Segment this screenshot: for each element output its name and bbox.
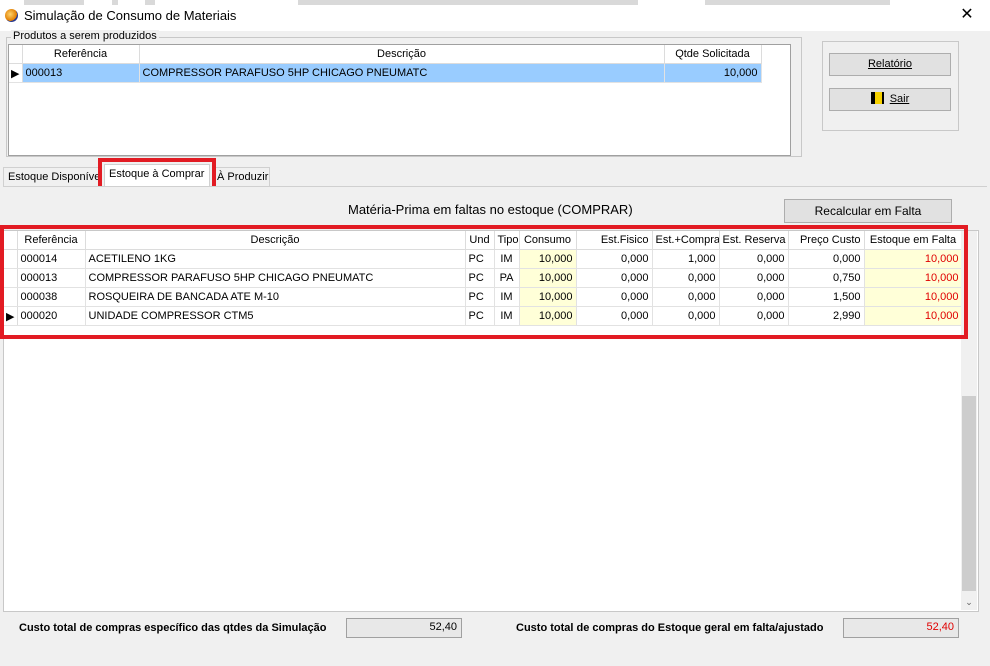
product-description-cell[interactable]: COMPRESSOR PARAFUSO 5HP CHICAGO PNEUMATC — [139, 63, 665, 83]
panel-heading: Matéria-Prima em faltas no estoque (COMP… — [348, 202, 633, 217]
total-general-label: Custo total de compras do Estoque geral … — [516, 622, 824, 634]
product-reference-cell[interactable]: 000013 — [22, 63, 140, 83]
report-button-label: Relatório — [867, 58, 913, 70]
current-row-arrow-icon: ▶ — [9, 63, 23, 83]
grid-highlight-box — [0, 225, 968, 339]
column-header-referencia[interactable]: Referência — [22, 45, 140, 64]
scroll-down-icon[interactable]: ⌄ — [961, 594, 977, 610]
recalc-button[interactable]: Recalcular em Falta — [784, 199, 952, 223]
column-header-descricao[interactable]: Descrição — [139, 45, 665, 64]
products-group-label: Produtos a serem produzidos — [11, 30, 159, 42]
product-quantity-cell[interactable]: 10,000 — [664, 63, 762, 83]
table-row[interactable]: ▶ 000013 COMPRESSOR PARAFUSO 5HP CHICAGO… — [9, 63, 762, 83]
close-icon[interactable]: ✕ — [958, 6, 976, 24]
exit-door-icon — [870, 92, 884, 104]
total-general-field: 52,40 — [843, 618, 959, 638]
tab-estoque-disponivel[interactable]: Estoque Disponível — [3, 167, 99, 186]
row-indicator-header — [9, 45, 23, 64]
tab-a-produzir[interactable]: À Produzir — [212, 167, 270, 186]
exit-button[interactable]: Sair — [829, 88, 951, 111]
exit-button-label: Sair — [889, 93, 910, 105]
products-grid[interactable]: Referência Descrição Qtde Solicitada ▶ 0… — [8, 44, 791, 156]
report-button[interactable]: Relatório — [829, 53, 951, 76]
scrollbar-thumb[interactable] — [962, 396, 976, 591]
column-header-qtde-solicitada[interactable]: Qtde Solicitada — [664, 45, 762, 64]
background-window-strip — [0, 0, 990, 6]
app-icon — [5, 9, 18, 22]
window-title: Simulação de Consumo de Materiais — [24, 8, 237, 23]
total-simulation-field: 52,40 — [346, 618, 462, 638]
total-simulation-label: Custo total de compras específico das qt… — [19, 622, 327, 634]
